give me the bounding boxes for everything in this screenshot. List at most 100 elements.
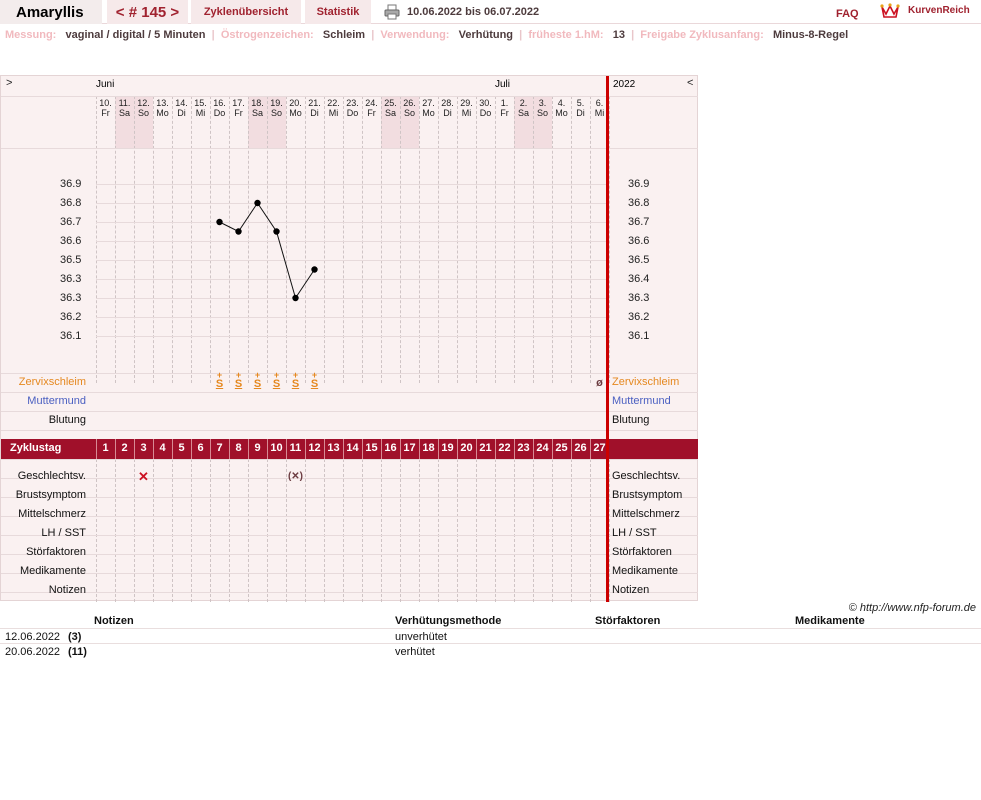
grid-hline	[1, 497, 698, 498]
grid-vline	[324, 459, 325, 602]
settings-info-bar: Messung: vaginal / digital / 5 Minuten |…	[5, 29, 980, 43]
cycle-day-number: 10	[270, 442, 283, 454]
grid-hline	[1, 592, 698, 593]
crown-icon	[880, 1, 900, 19]
tab-cycle-overview[interactable]: Zyklenübersicht	[191, 0, 301, 24]
notes-header: Notizen	[94, 615, 134, 627]
grid-vline	[590, 459, 591, 602]
temperature-point	[235, 228, 242, 235]
row-cycle-day: (11)	[68, 646, 87, 658]
grid-vline	[514, 459, 515, 602]
mucus-symbol: S	[253, 378, 262, 390]
usage-label: Verwendung:	[380, 29, 450, 41]
cycle-day-number: 19	[441, 442, 454, 454]
brand-link[interactable]: KurvenReich	[908, 5, 970, 16]
row-label-mucus: Zervixschleim	[18, 376, 86, 388]
mucus-mark: + S	[229, 371, 248, 390]
row-label-right: Medikamente	[612, 565, 679, 577]
mucus-symbol: S	[272, 378, 281, 390]
grid-vline	[381, 459, 382, 602]
separator: |	[516, 29, 526, 41]
cycle-day-number: 1	[102, 442, 109, 454]
measurement-label: Messung:	[5, 29, 57, 41]
mucus-mark: + S	[210, 371, 229, 390]
cycle-day-number: 2	[121, 442, 128, 454]
printer-icon[interactable]	[384, 4, 400, 20]
earliest-value: 13	[612, 29, 625, 41]
row-label-mucus-right: Zervixschleim	[612, 376, 680, 388]
row-date: 20.06.2022	[5, 646, 61, 658]
grid-vline	[343, 459, 344, 602]
cycle-day-number: 16	[384, 442, 397, 454]
cycle-day-number: 13	[327, 442, 340, 454]
cycle-day-number: 22	[498, 442, 511, 454]
grid-vline	[267, 459, 268, 602]
cycle-day-number: 26	[574, 442, 587, 454]
row-label-left: Störfaktoren	[26, 546, 86, 558]
table-row: 20.06.2022 (11) verhütet	[0, 643, 981, 658]
temperature-point	[216, 218, 223, 226]
row-label-right: Störfaktoren	[612, 546, 672, 558]
mucus-symbol: S	[310, 378, 319, 390]
grid-vline	[248, 459, 249, 602]
grid-vline	[96, 459, 97, 602]
grid-vline	[533, 459, 534, 602]
cycle-chart: > < Juni Juli 2022 10. Fr 11. Sa 12. So 13. Mo 1…	[0, 75, 698, 602]
grid-vline	[362, 459, 363, 602]
separator: |	[208, 29, 218, 41]
estrogen-value: Schleim	[322, 29, 366, 41]
cycle-day-number: 8	[235, 442, 242, 454]
cycle-day-number: 15	[365, 442, 378, 454]
copyright-text: © http://www.nfp-forum.de	[848, 602, 976, 614]
mucus-mark: + S	[305, 371, 324, 390]
row-label-right: Geschlechtsv.	[612, 470, 681, 482]
grid-vline	[495, 459, 496, 602]
grid-vline	[609, 459, 610, 602]
mucus-mark: + S	[267, 371, 286, 390]
grid-vline	[438, 459, 439, 602]
cycle-day-number: 5	[178, 442, 185, 454]
tab-statistics[interactable]: Statistik	[305, 0, 371, 24]
row-label-left: Geschlechtsv.	[17, 470, 86, 482]
faq-link[interactable]: FAQ	[836, 8, 859, 20]
cycle-end-marker	[606, 76, 609, 602]
row-method: unverhütet	[395, 631, 447, 643]
row-label-left: Notizen	[48, 584, 86, 596]
factors-header: Störfaktoren	[595, 615, 661, 627]
grid-hline	[1, 516, 698, 517]
cycle-navigator[interactable]: < # 145 >	[107, 0, 188, 24]
cycle-day-number: 4	[159, 442, 166, 454]
grid-vline	[571, 459, 572, 602]
row-label-right: Brustsymptom	[612, 489, 683, 501]
row-label-left: LH / SST	[41, 527, 86, 539]
temperature-point	[292, 294, 299, 302]
cycle-day-number: 7	[216, 442, 223, 454]
separator: |	[368, 29, 378, 41]
grid-hline	[1, 554, 698, 555]
temperature-point	[254, 199, 261, 207]
grid-vline	[476, 459, 477, 602]
row-label-left: Mittelschmerz	[18, 508, 86, 520]
cycle-day-number: 18	[422, 442, 435, 454]
temperature-point	[311, 266, 318, 273]
cycle-day-number: 9	[254, 442, 261, 454]
separator: |	[628, 29, 638, 41]
grid-vline	[229, 459, 230, 602]
cycle-day-number: 11	[289, 442, 302, 454]
measurement-value: vaginal / digital / 5 Minuten	[65, 29, 206, 41]
row-label-left: Medikamente	[19, 565, 86, 577]
cycle-day-band: Zyklustag 1 2 3 4 5 6 7 8 9 10 11 12 13 14 15 16 17 18 19 2…	[1, 439, 698, 459]
grid-vline	[172, 459, 173, 602]
row-label-right: Notizen	[612, 584, 650, 596]
grid-hline	[1, 459, 698, 460]
grid-vline	[552, 459, 553, 602]
top-bar: Amaryllis < # 145 > Zyklenübersicht Stat…	[0, 0, 981, 24]
grid-vline	[457, 459, 458, 602]
release-value: Minus-8-Regel	[772, 29, 849, 41]
usage-value: Verhütung	[458, 29, 514, 41]
date-range: 10.06.2022 bis 06.07.2022	[407, 6, 540, 18]
grid-hline	[1, 478, 698, 479]
grid-vline	[191, 459, 192, 602]
mucus-symbol: S	[234, 378, 243, 390]
row-label-right: LH / SST	[612, 527, 657, 539]
